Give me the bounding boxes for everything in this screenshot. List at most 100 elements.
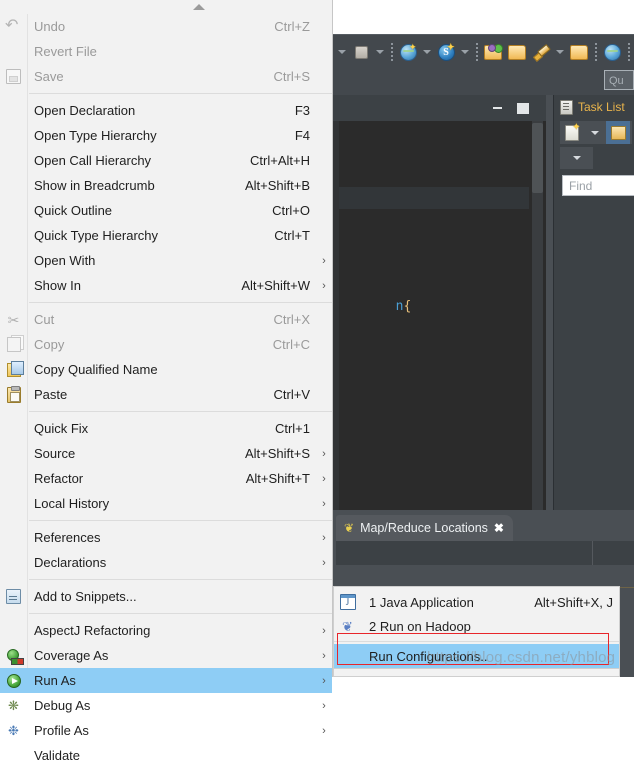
menu-separator <box>29 579 332 580</box>
toolbar-separator <box>592 41 599 63</box>
menu-item-debug-as[interactable]: ❋ Debug As › <box>0 693 332 718</box>
categorize-button[interactable] <box>606 121 630 144</box>
menu-item-open-type-hierarchy[interactable]: Open Type Hierarchy F4 › <box>0 123 332 148</box>
task-list-header: Task List <box>554 95 634 119</box>
menu-item-profile-as[interactable]: ❉ Profile As › <box>0 718 332 743</box>
menu-item-quick-outline[interactable]: Quick Outline Ctrl+O › <box>0 198 332 223</box>
menu-scroll-up-arrow[interactable] <box>0 0 332 14</box>
cut-icon: ✂ <box>7 311 20 328</box>
chevron-right-icon: › <box>322 447 326 460</box>
map-reduce-table-row[interactable] <box>336 565 634 588</box>
menu-item-accelerator: F4 <box>294 128 310 143</box>
globe-icon[interactable] <box>601 41 623 63</box>
folder-pen-icon[interactable] <box>568 41 590 63</box>
menu-item-copy-qualified-name[interactable]: Copy Qualified Name › <box>0 357 332 382</box>
menu-item-save[interactable]: Save Ctrl+S › <box>0 64 332 89</box>
menu-item-label: References <box>34 530 101 545</box>
submenu-item-label: 2 Run on Hadoop <box>369 618 471 634</box>
editor-current-line-highlight <box>339 187 529 209</box>
submenu-arrow-placeholder: › <box>316 339 332 351</box>
menu-item-run-as[interactable]: Run As › <box>0 668 332 693</box>
chevron-right-icon: › <box>322 254 326 267</box>
menu-item-label: Local History <box>34 496 110 511</box>
editor-text-area[interactable]: n{ <box>333 121 546 510</box>
menu-item-revert-file[interactable]: Revert File › <box>0 39 332 64</box>
task-list-icon <box>560 99 573 115</box>
paste-icon <box>0 382 27 407</box>
menu-item-accelerator: Ctrl+V <box>273 387 310 402</box>
task-list-find-input[interactable]: Find <box>562 175 634 196</box>
menu-item-cut[interactable]: ✂ Cut Ctrl+X › <box>0 307 332 332</box>
dropdown-caret-icon[interactable] <box>459 41 471 63</box>
menu-item-paste[interactable]: Paste Ctrl+V › <box>0 382 332 407</box>
menu-group: Open Declaration F3 › Open Type Hierarch… <box>0 98 332 298</box>
menu-item-coverage-as[interactable]: Coverage As › <box>0 643 332 668</box>
menu-item-references[interactable]: References › <box>0 525 332 550</box>
menu-group: References › Declarations › <box>0 525 332 575</box>
hadoop-elephant-icon: ❦ <box>344 521 355 535</box>
menu-item-label: Cut <box>34 312 55 327</box>
pen-edit-icon[interactable] <box>530 41 552 63</box>
submenu-arrow-placeholder: › <box>316 105 332 117</box>
chevron-right-icon: › <box>322 624 326 637</box>
tab-map-reduce-locations[interactable]: ❦ Map/Reduce Locations ✖ <box>336 515 513 541</box>
menu-item-label: Quick Outline <box>34 203 113 218</box>
menu-item-label: Open With <box>34 253 96 268</box>
menu-item-aspectj-refactoring[interactable]: AspectJ Refactoring › <box>0 618 332 643</box>
submenu-item-run-on-hadoop[interactable]: ❦ 2 Run on Hadoop <box>334 614 619 638</box>
menu-item-undo[interactable]: Undo Ctrl+Z › <box>0 14 332 39</box>
profile-icon: ❉ <box>8 723 19 738</box>
menu-item-label: Save <box>34 69 64 84</box>
editor-tab-bar <box>333 95 546 121</box>
run-icon <box>0 668 27 693</box>
close-icon[interactable]: ✖ <box>494 522 504 534</box>
maximize-icon[interactable] <box>516 101 530 115</box>
dropdown-caret-icon[interactable] <box>554 41 566 63</box>
menu-group: Add to Snippets... › <box>0 584 332 609</box>
dropdown-caret-icon[interactable] <box>336 41 348 63</box>
quick-access-input[interactable]: Qu <box>604 70 634 90</box>
open-folder-green-icon[interactable] <box>482 41 504 63</box>
svn-new-icon[interactable]: S ✦ <box>435 41 457 63</box>
globe-new-icon[interactable]: ✦ <box>397 41 419 63</box>
menu-item-label: Revert File <box>34 44 97 59</box>
menu-item-no-icon <box>0 466 27 491</box>
submenu-arrow-placeholder: › <box>316 314 332 326</box>
new-task-button[interactable]: ✦ <box>560 122 583 143</box>
menu-item-label: Debug As <box>34 698 91 713</box>
menu-item-show-in[interactable]: Show In Alt+Shift+W › <box>0 273 332 298</box>
menu-item-label: Quick Type Hierarchy <box>34 228 159 243</box>
submenu-arrow-placeholder: › <box>316 591 332 603</box>
gray-square-icon[interactable] <box>350 41 372 63</box>
submenu-item-java-application[interactable]: 1 Java Application Alt+Shift+X, J <box>334 590 619 614</box>
toolbar-button-group: ✦ S ✦ <box>336 35 632 69</box>
view-menu-button[interactable] <box>560 147 593 169</box>
minimize-icon[interactable] <box>490 101 504 115</box>
menu-item-no-icon <box>0 148 27 173</box>
editor-scrollbar-thumb[interactable] <box>532 123 543 193</box>
dropdown-caret-icon[interactable] <box>421 41 433 63</box>
menu-item-copy[interactable]: Copy Ctrl+C › <box>0 332 332 357</box>
chevron-right-icon: › <box>322 724 326 737</box>
menu-item-validate[interactable]: Validate › <box>0 743 332 768</box>
menu-item-no-icon <box>0 123 27 148</box>
menu-item-open-call-hierarchy[interactable]: Open Call Hierarchy Ctrl+Alt+H › <box>0 148 332 173</box>
menu-item-no-icon <box>0 743 27 768</box>
column-divider[interactable] <box>592 541 593 565</box>
map-reduce-table-header <box>336 541 634 566</box>
menu-item-quick-fix[interactable]: Quick Fix Ctrl+1 › <box>0 416 332 441</box>
menu-item-add-to-snippets[interactable]: Add to Snippets... › <box>0 584 332 609</box>
menu-item-local-history[interactable]: Local History › <box>0 491 332 516</box>
new-task-dropdown-icon[interactable] <box>583 122 606 143</box>
menu-item-quick-type-hierarchy[interactable]: Quick Type Hierarchy Ctrl+T › <box>0 223 332 248</box>
menu-item-open-declaration[interactable]: Open Declaration F3 › <box>0 98 332 123</box>
menu-item-source[interactable]: Source Alt+Shift+S › <box>0 441 332 466</box>
menu-item-declarations[interactable]: Declarations › <box>0 550 332 575</box>
menu-item-refactor[interactable]: Refactor Alt+Shift+T › <box>0 466 332 491</box>
open-folder-icon[interactable] <box>506 41 528 63</box>
menu-item-accelerator: Alt+Shift+W <box>241 278 310 293</box>
dropdown-caret-icon[interactable] <box>374 41 386 63</box>
menu-item-open-with[interactable]: Open With › <box>0 248 332 273</box>
chevron-down-icon[interactable] <box>565 148 588 169</box>
menu-item-show-in-breadcrumb[interactable]: Show in Breadcrumb Alt+Shift+B › <box>0 173 332 198</box>
